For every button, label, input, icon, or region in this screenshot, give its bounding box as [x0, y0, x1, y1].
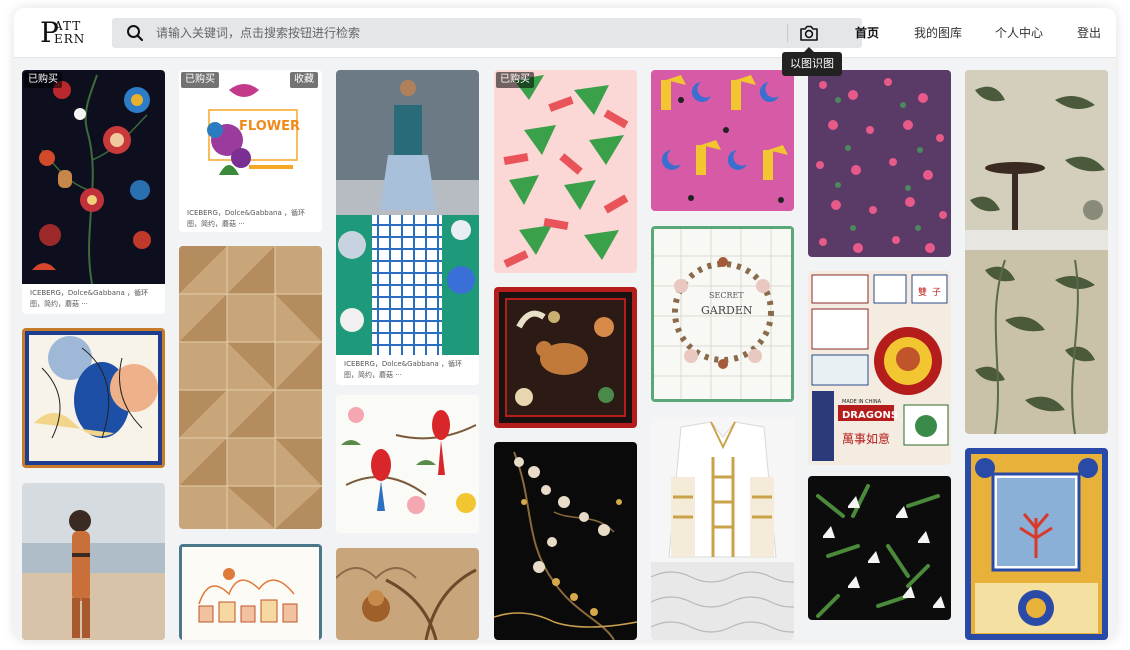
pattern-image: SECRET GARDEN: [651, 226, 794, 402]
camera-icon[interactable]: [798, 22, 820, 44]
purchased-badge: 已购买: [496, 72, 534, 88]
collect-button[interactable]: 收藏: [290, 72, 318, 88]
app-window: P ATT ERN 首页 我的图库 个人中心 登出 以图识图: [14, 8, 1116, 640]
flower-text: FLOWER: [239, 119, 300, 134]
pattern-card[interactable]: 雙 子 DRAGONS MADE IN CHINA 萬事如意: [808, 271, 951, 465]
card-caption: ICEBERG，Dolce&Gabbana ，循环图，简约，蘑菇 ···: [187, 209, 305, 228]
pattern-image: [494, 442, 637, 640]
pattern-card[interactable]: [336, 395, 479, 533]
pattern-image: [965, 448, 1108, 640]
pattern-image: [808, 476, 951, 620]
pattern-card[interactable]: SECRET GARDEN: [651, 226, 794, 402]
pattern-image: [808, 70, 951, 257]
pattern-card[interactable]: [808, 476, 951, 620]
pattern-image: FLOWER: [179, 70, 322, 200]
pattern-image: 雙 子 DRAGONS MADE IN CHINA 萬事如意: [808, 271, 951, 465]
logo-line-1: ATT: [54, 19, 82, 33]
pattern-image: [965, 70, 1108, 434]
pattern-card[interactable]: [494, 287, 637, 428]
pattern-image: [336, 395, 479, 533]
pattern-card[interactable]: [336, 548, 479, 640]
secret-text: SECRET: [709, 291, 744, 300]
pattern-card[interactable]: 已购买 ICEBERG，Dolce&Gabbana ，循环图，简约，蘑菇 ···: [22, 70, 165, 314]
shuang-text: 雙: [918, 286, 927, 298]
pattern-card[interactable]: ICEBERG，Dolce&Gabbana ，循环图，简约，蘑菇 ···: [336, 70, 479, 385]
pattern-image: [336, 548, 479, 640]
top-bar: P ATT ERN 首页 我的图库 个人中心 登出: [14, 8, 1116, 58]
pattern-card[interactable]: [651, 417, 794, 640]
logo-line-2: ERN: [54, 32, 86, 46]
pattern-image: [494, 287, 637, 428]
nav-personal-center[interactable]: 个人中心: [995, 24, 1043, 41]
nav-my-gallery[interactable]: 我的图库: [914, 24, 962, 41]
nav-home[interactable]: 首页: [855, 24, 879, 41]
card-caption: ICEBERG，Dolce&Gabbana ，循环图，简约，蘑菇 ···: [344, 360, 462, 379]
pattern-card[interactable]: [651, 70, 794, 211]
card-caption: ICEBERG，Dolce&Gabbana ，循环图，简约，蘑菇 ···: [30, 289, 148, 308]
pattern-card[interactable]: [22, 328, 165, 468]
made-in-china-text: MADE IN CHINA: [842, 399, 882, 405]
pattern-card[interactable]: [22, 483, 165, 640]
pattern-image: [22, 483, 165, 640]
pattern-card[interactable]: FLOWER 已购买 收藏 ICEBERG，Dolce&Gabbana ，循环图…: [179, 70, 322, 232]
purchased-badge: 已购买: [181, 72, 219, 88]
pattern-grid: 已购买 ICEBERG，Dolce&Gabbana ，循环图，简约，蘑菇 ···: [14, 58, 1116, 640]
image-search-tooltip: 以图识图: [782, 47, 842, 76]
purchased-badge: 已购买: [24, 72, 62, 88]
logo[interactable]: P ATT ERN: [40, 18, 90, 48]
pattern-image: [336, 70, 479, 355]
pattern-image: [651, 70, 794, 211]
pattern-image: [494, 70, 637, 273]
pattern-card[interactable]: [494, 442, 637, 640]
wanshi-text: 萬事如意: [842, 431, 890, 446]
pattern-image: [179, 246, 322, 529]
pattern-image: [179, 544, 322, 640]
pattern-image: [651, 417, 794, 640]
pattern-card[interactable]: [179, 544, 322, 640]
zi-text: 子: [932, 287, 941, 298]
pattern-card[interactable]: [179, 246, 322, 529]
search-input[interactable]: [156, 22, 776, 44]
garden-text: GARDEN: [701, 304, 753, 317]
pattern-card[interactable]: [965, 448, 1108, 640]
pattern-card[interactable]: [808, 70, 951, 257]
pattern-image: [22, 70, 165, 284]
search-bar: [112, 18, 862, 48]
pattern-card[interactable]: 已购买: [494, 70, 637, 273]
search-icon[interactable]: [126, 24, 144, 42]
pattern-image: [22, 328, 165, 468]
dragons-text: DRAGONS: [842, 410, 898, 421]
pattern-card[interactable]: [965, 70, 1108, 434]
nav-logout[interactable]: 登出: [1077, 24, 1101, 41]
search-divider: [787, 24, 788, 42]
